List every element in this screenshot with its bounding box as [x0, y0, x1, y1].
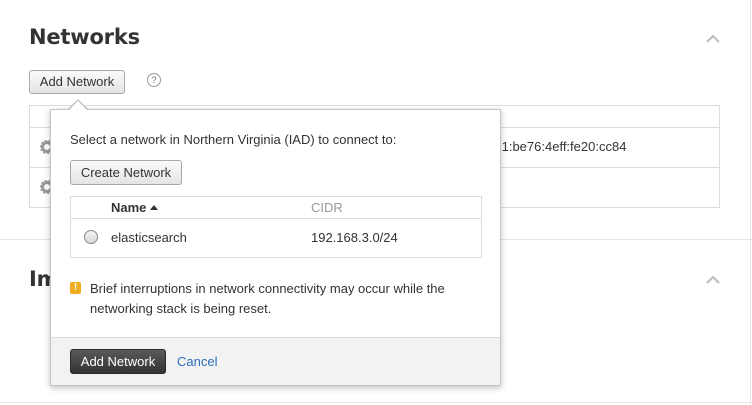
network-select-table: Name CIDR elasticsearch 192.168.3.0/24: [70, 196, 482, 258]
warning-icon: !: [70, 282, 81, 294]
section-divider: [0, 402, 752, 403]
chevron-up-icon[interactable]: [706, 273, 720, 287]
add-network-popover: Select a network in Northern Virginia (I…: [50, 109, 501, 386]
column-header-name[interactable]: Name: [111, 200, 159, 215]
network-cidr-cell: 192.168.3.0/24: [311, 230, 398, 245]
help-icon[interactable]: ?: [147, 73, 161, 87]
warning-message: Brief interruptions in network connectiv…: [90, 281, 445, 316]
submit-add-network-button[interactable]: Add Network: [70, 349, 166, 374]
column-header-name-label: Name: [111, 200, 147, 215]
table-header-divider: [71, 218, 481, 219]
chevron-up-icon[interactable]: [706, 32, 720, 46]
cancel-link[interactable]: Cancel: [177, 354, 217, 369]
popover-footer: Add Network Cancel: [51, 337, 500, 385]
create-network-button[interactable]: Create Network: [70, 160, 182, 185]
page-right-border: [750, 0, 751, 405]
sort-asc-icon: [150, 205, 159, 210]
ip-address-cell: :1:be76:4eff:fe20:cc84: [498, 139, 627, 154]
section-title-networks: Networks: [29, 25, 140, 49]
network-name-cell: elasticsearch: [111, 230, 187, 245]
network-radio-button[interactable]: [84, 230, 98, 244]
column-header-cidr: CIDR: [311, 200, 343, 215]
popover-arrow-fill: [68, 101, 88, 111]
add-network-button[interactable]: Add Network: [29, 70, 125, 94]
section-title-images: Images: [29, 267, 51, 291]
popover-prompt: Select a network in Northern Virginia (I…: [70, 132, 397, 147]
